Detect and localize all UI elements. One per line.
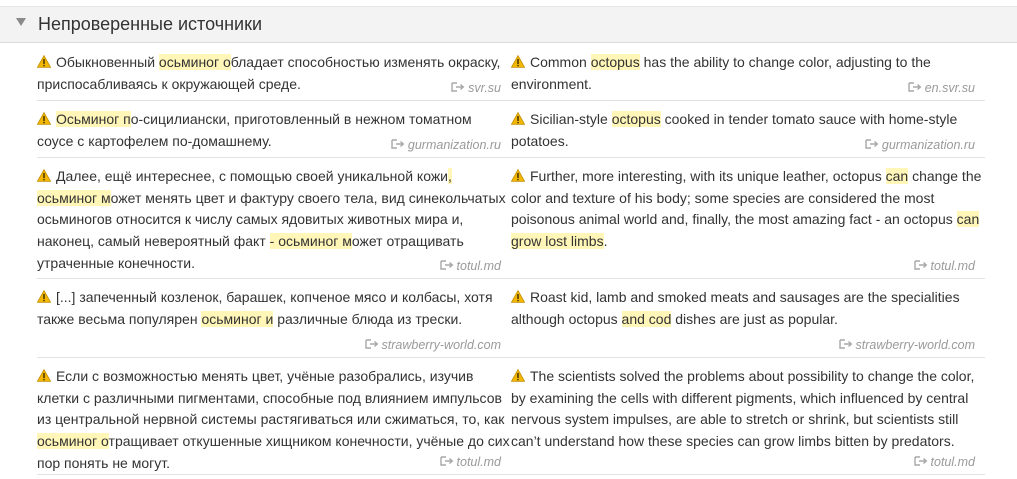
source-link[interactable]: strawberry-world.com — [838, 338, 975, 352]
section-header[interactable]: Непроверенные источники — [0, 6, 1017, 43]
example-list: Обыкновенный осьминог обладает способнос… — [37, 44, 985, 475]
external-link-icon — [364, 339, 379, 349]
source-sentence: [...] запеченный козленок, барашек, копч… — [37, 279, 511, 358]
source-link[interactable]: svr.su — [451, 81, 501, 95]
text-fragment: The scientists solved the problems about… — [511, 368, 975, 450]
external-link-icon — [439, 456, 454, 466]
warning-icon — [511, 112, 525, 125]
text-fragment: Sicilian-style — [530, 111, 612, 127]
source-link[interactable]: gurmanization.ru — [391, 138, 501, 152]
source-domain: svr.su — [468, 81, 501, 95]
source-sentence: Далее, ещё интереснее, с помощью своей у… — [37, 158, 511, 279]
source-domain: strawberry-world.com — [855, 338, 975, 352]
highlighted-term: осьминог и — [201, 310, 274, 327]
highlighted-term: Осьминог п — [56, 111, 131, 127]
text-fragment: Если с возможностью менять цвет, учёные … — [37, 368, 505, 428]
translation-sentence: The scientists solved the problems about… — [511, 358, 985, 475]
external-link-icon — [913, 260, 928, 270]
warning-icon — [511, 55, 525, 68]
warning-icon — [37, 55, 51, 68]
warning-icon — [37, 112, 51, 125]
source-link[interactable]: totul.md — [439, 455, 501, 469]
warning-icon — [511, 369, 525, 382]
external-link-icon — [838, 339, 853, 349]
highlighted-term: - осьминог м — [269, 233, 352, 250]
source-link[interactable]: totul.md — [913, 455, 975, 469]
text-fragment: различные блюда из трески. — [273, 310, 463, 327]
source-domain: gurmanization.ru — [407, 138, 501, 152]
warning-icon — [37, 290, 51, 303]
text-fragment: dishes are just as popular. — [671, 310, 838, 327]
source-domain: totul.md — [930, 259, 975, 273]
unverified-sources-panel: Непроверенные источники Обыкновенный ось… — [0, 0, 1017, 479]
translation-sentence: Further, more interesting, with its uniq… — [511, 158, 985, 279]
warning-icon — [511, 290, 525, 303]
source-link[interactable]: totul.md — [913, 259, 975, 273]
example-row: Обыкновенный осьминог обладает способнос… — [37, 44, 985, 101]
source-domain: totul.md — [456, 455, 501, 469]
text-fragment: Обыкновенный — [56, 54, 159, 70]
external-link-icon — [391, 139, 405, 149]
source-domain: totul.md — [456, 259, 501, 273]
source-sentence: Если с возможностью менять цвет, учёные … — [37, 358, 511, 475]
example-text: Обыкновенный осьминог обладает способнос… — [37, 52, 511, 95]
collapse-triangle-icon[interactable] — [16, 18, 26, 26]
warning-icon — [511, 169, 525, 182]
external-link-icon — [439, 260, 454, 270]
text-fragment: Далее, ещё интереснее, с помощью своей у… — [56, 168, 449, 184]
highlighted-term: осьминог о — [158, 54, 231, 70]
external-link-icon — [865, 139, 879, 149]
example-text: [...] запеченный козленок, барашек, копч… — [37, 287, 511, 330]
source-link[interactable]: gurmanization.ru — [865, 138, 975, 152]
text-fragment: Common — [530, 54, 591, 70]
text-fragment: . — [603, 233, 608, 250]
warning-icon — [37, 169, 51, 182]
source-link[interactable]: en.svr.su — [908, 81, 975, 95]
source-sentence: Обыкновенный осьминог обладает способнос… — [37, 44, 511, 101]
example-row: [...] запеченный козленок, барашек, копч… — [37, 279, 985, 358]
source-domain: en.svr.su — [924, 81, 975, 95]
highlighted-term: octopus — [611, 111, 661, 127]
text-fragment: Further, more interesting, with its uniq… — [530, 168, 886, 184]
external-link-icon — [908, 82, 922, 92]
external-link-icon — [913, 456, 928, 466]
highlighted-term: can — [885, 168, 909, 184]
source-domain: strawberry-world.com — [381, 338, 501, 352]
example-row: Если с возможностью менять цвет, учёные … — [37, 358, 985, 475]
translation-sentence: Common octopus has the ability to change… — [511, 44, 985, 101]
source-sentence: Осьминог по-сицилиански, приготовленный … — [37, 101, 511, 158]
source-domain: totul.md — [930, 455, 975, 469]
translation-sentence: Sicilian-style octopus cooked in tender … — [511, 101, 985, 158]
highlighted-term: and cod — [621, 310, 672, 327]
example-text: Roast kid, lamb and smoked meats and sau… — [511, 287, 985, 330]
highlighted-term: осьминог о — [37, 433, 109, 450]
highlighted-term: octopus — [590, 54, 640, 70]
warning-icon — [37, 369, 51, 382]
source-domain: gurmanization.ru — [881, 138, 975, 152]
example-text: The scientists solved the problems about… — [511, 366, 985, 453]
translation-sentence: Roast kid, lamb and smoked meats and sau… — [511, 279, 985, 358]
external-link-icon — [451, 82, 465, 92]
example-row: Осьминог по-сицилиански, приготовленный … — [37, 101, 985, 158]
example-text: Further, more interesting, with its uniq… — [511, 166, 985, 253]
section-title: Непроверенные источники — [38, 14, 263, 34]
source-link[interactable]: totul.md — [439, 259, 501, 273]
example-row: Далее, ещё интереснее, с помощью своей у… — [37, 158, 985, 279]
source-link[interactable]: strawberry-world.com — [364, 338, 501, 352]
